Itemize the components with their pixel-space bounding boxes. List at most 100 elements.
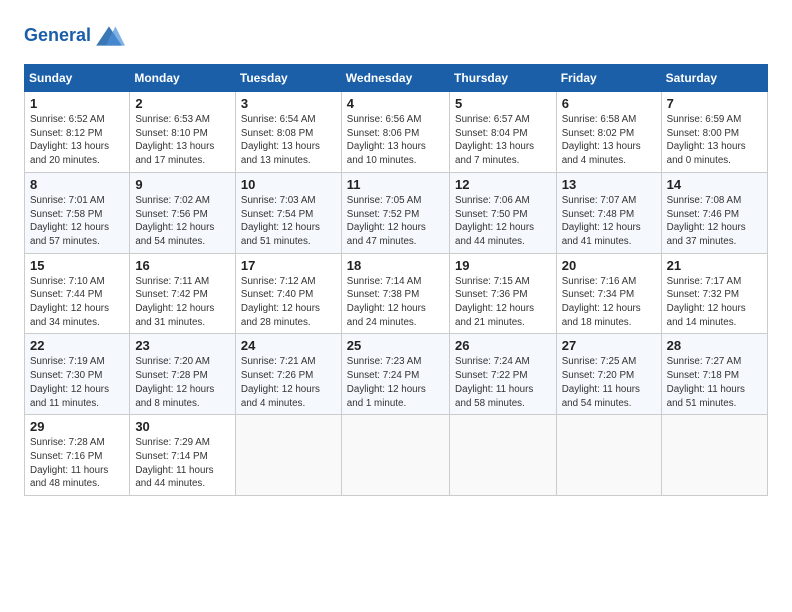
calendar-cell: 29 Sunrise: 7:28 AMSunset: 7:16 PMDaylig… xyxy=(25,415,130,496)
day-detail: Sunrise: 7:28 AMSunset: 7:16 PMDaylight:… xyxy=(30,436,124,491)
header: General xyxy=(24,20,768,52)
calendar-cell: 1 Sunrise: 6:52 AMSunset: 8:12 PMDayligh… xyxy=(25,92,130,173)
calendar-cell: 10 Sunrise: 7:03 AMSunset: 7:54 PMDaylig… xyxy=(235,172,341,253)
day-detail: Sunrise: 7:06 AMSunset: 7:50 PMDaylight:… xyxy=(455,194,551,249)
day-number: 26 xyxy=(455,338,551,353)
calendar-cell: 8 Sunrise: 7:01 AMSunset: 7:58 PMDayligh… xyxy=(25,172,130,253)
day-detail: Sunrise: 7:01 AMSunset: 7:58 PMDaylight:… xyxy=(30,194,124,249)
day-number: 10 xyxy=(241,177,336,192)
calendar-cell: 16 Sunrise: 7:11 AMSunset: 7:42 PMDaylig… xyxy=(130,253,236,334)
day-number: 22 xyxy=(30,338,124,353)
day-number: 1 xyxy=(30,96,124,111)
day-number: 29 xyxy=(30,419,124,434)
weekday-header: Monday xyxy=(130,65,236,92)
calendar-cell: 18 Sunrise: 7:14 AMSunset: 7:38 PMDaylig… xyxy=(341,253,449,334)
calendar-cell xyxy=(556,415,661,496)
day-number: 21 xyxy=(667,258,762,273)
day-number: 2 xyxy=(135,96,230,111)
day-number: 3 xyxy=(241,96,336,111)
day-number: 30 xyxy=(135,419,230,434)
day-number: 11 xyxy=(347,177,444,192)
logo: General xyxy=(24,20,125,52)
day-detail: Sunrise: 6:59 AMSunset: 8:00 PMDaylight:… xyxy=(667,113,762,168)
day-number: 25 xyxy=(347,338,444,353)
day-detail: Sunrise: 7:25 AMSunset: 7:20 PMDaylight:… xyxy=(562,355,656,410)
day-detail: Sunrise: 7:20 AMSunset: 7:28 PMDaylight:… xyxy=(135,355,230,410)
calendar-cell: 9 Sunrise: 7:02 AMSunset: 7:56 PMDayligh… xyxy=(130,172,236,253)
calendar-cell: 17 Sunrise: 7:12 AMSunset: 7:40 PMDaylig… xyxy=(235,253,341,334)
day-detail: Sunrise: 6:53 AMSunset: 8:10 PMDaylight:… xyxy=(135,113,230,168)
day-detail: Sunrise: 7:24 AMSunset: 7:22 PMDaylight:… xyxy=(455,355,551,410)
calendar-week-row: 1 Sunrise: 6:52 AMSunset: 8:12 PMDayligh… xyxy=(25,92,768,173)
day-detail: Sunrise: 7:17 AMSunset: 7:32 PMDaylight:… xyxy=(667,275,762,330)
day-detail: Sunrise: 7:29 AMSunset: 7:14 PMDaylight:… xyxy=(135,436,230,491)
weekday-header: Friday xyxy=(556,65,661,92)
day-detail: Sunrise: 6:58 AMSunset: 8:02 PMDaylight:… xyxy=(562,113,656,168)
day-number: 7 xyxy=(667,96,762,111)
calendar-cell: 26 Sunrise: 7:24 AMSunset: 7:22 PMDaylig… xyxy=(450,334,557,415)
calendar-cell: 19 Sunrise: 7:15 AMSunset: 7:36 PMDaylig… xyxy=(450,253,557,334)
calendar-cell: 25 Sunrise: 7:23 AMSunset: 7:24 PMDaylig… xyxy=(341,334,449,415)
day-number: 23 xyxy=(135,338,230,353)
day-detail: Sunrise: 7:02 AMSunset: 7:56 PMDaylight:… xyxy=(135,194,230,249)
calendar-cell: 11 Sunrise: 7:05 AMSunset: 7:52 PMDaylig… xyxy=(341,172,449,253)
calendar-cell: 15 Sunrise: 7:10 AMSunset: 7:44 PMDaylig… xyxy=(25,253,130,334)
day-detail: Sunrise: 7:12 AMSunset: 7:40 PMDaylight:… xyxy=(241,275,336,330)
page: General SundayMondayTuesdayWednesdayThur… xyxy=(0,0,792,612)
calendar-header-row: SundayMondayTuesdayWednesdayThursdayFrid… xyxy=(25,65,768,92)
calendar-cell: 23 Sunrise: 7:20 AMSunset: 7:28 PMDaylig… xyxy=(130,334,236,415)
day-number: 13 xyxy=(562,177,656,192)
day-detail: Sunrise: 7:23 AMSunset: 7:24 PMDaylight:… xyxy=(347,355,444,410)
calendar-cell: 22 Sunrise: 7:19 AMSunset: 7:30 PMDaylig… xyxy=(25,334,130,415)
day-detail: Sunrise: 7:03 AMSunset: 7:54 PMDaylight:… xyxy=(241,194,336,249)
calendar-cell: 5 Sunrise: 6:57 AMSunset: 8:04 PMDayligh… xyxy=(450,92,557,173)
calendar-cell: 14 Sunrise: 7:08 AMSunset: 7:46 PMDaylig… xyxy=(661,172,767,253)
day-number: 15 xyxy=(30,258,124,273)
calendar-cell: 6 Sunrise: 6:58 AMSunset: 8:02 PMDayligh… xyxy=(556,92,661,173)
day-number: 24 xyxy=(241,338,336,353)
day-number: 8 xyxy=(30,177,124,192)
day-number: 18 xyxy=(347,258,444,273)
day-number: 20 xyxy=(562,258,656,273)
day-number: 14 xyxy=(667,177,762,192)
weekday-header: Sunday xyxy=(25,65,130,92)
logo-text: General xyxy=(24,26,91,46)
day-number: 5 xyxy=(455,96,551,111)
day-number: 12 xyxy=(455,177,551,192)
day-number: 28 xyxy=(667,338,762,353)
calendar-cell xyxy=(450,415,557,496)
calendar-cell xyxy=(661,415,767,496)
calendar-week-row: 29 Sunrise: 7:28 AMSunset: 7:16 PMDaylig… xyxy=(25,415,768,496)
day-number: 9 xyxy=(135,177,230,192)
day-detail: Sunrise: 6:54 AMSunset: 8:08 PMDaylight:… xyxy=(241,113,336,168)
weekday-header: Tuesday xyxy=(235,65,341,92)
day-number: 19 xyxy=(455,258,551,273)
calendar-week-row: 15 Sunrise: 7:10 AMSunset: 7:44 PMDaylig… xyxy=(25,253,768,334)
day-detail: Sunrise: 7:05 AMSunset: 7:52 PMDaylight:… xyxy=(347,194,444,249)
day-detail: Sunrise: 7:15 AMSunset: 7:36 PMDaylight:… xyxy=(455,275,551,330)
calendar-cell: 27 Sunrise: 7:25 AMSunset: 7:20 PMDaylig… xyxy=(556,334,661,415)
calendar-week-row: 22 Sunrise: 7:19 AMSunset: 7:30 PMDaylig… xyxy=(25,334,768,415)
calendar-cell: 4 Sunrise: 6:56 AMSunset: 8:06 PMDayligh… xyxy=(341,92,449,173)
calendar-cell: 2 Sunrise: 6:53 AMSunset: 8:10 PMDayligh… xyxy=(130,92,236,173)
day-number: 27 xyxy=(562,338,656,353)
calendar-table: SundayMondayTuesdayWednesdayThursdayFrid… xyxy=(24,64,768,496)
weekday-header: Wednesday xyxy=(341,65,449,92)
calendar-cell: 7 Sunrise: 6:59 AMSunset: 8:00 PMDayligh… xyxy=(661,92,767,173)
weekday-header: Thursday xyxy=(450,65,557,92)
day-detail: Sunrise: 6:57 AMSunset: 8:04 PMDaylight:… xyxy=(455,113,551,168)
calendar-cell: 12 Sunrise: 7:06 AMSunset: 7:50 PMDaylig… xyxy=(450,172,557,253)
calendar-cell: 28 Sunrise: 7:27 AMSunset: 7:18 PMDaylig… xyxy=(661,334,767,415)
day-detail: Sunrise: 7:11 AMSunset: 7:42 PMDaylight:… xyxy=(135,275,230,330)
calendar-cell xyxy=(341,415,449,496)
calendar-cell: 20 Sunrise: 7:16 AMSunset: 7:34 PMDaylig… xyxy=(556,253,661,334)
calendar-cell: 3 Sunrise: 6:54 AMSunset: 8:08 PMDayligh… xyxy=(235,92,341,173)
day-detail: Sunrise: 7:08 AMSunset: 7:46 PMDaylight:… xyxy=(667,194,762,249)
day-detail: Sunrise: 7:16 AMSunset: 7:34 PMDaylight:… xyxy=(562,275,656,330)
logo-icon xyxy=(93,20,125,52)
day-detail: Sunrise: 7:07 AMSunset: 7:48 PMDaylight:… xyxy=(562,194,656,249)
day-number: 16 xyxy=(135,258,230,273)
calendar-week-row: 8 Sunrise: 7:01 AMSunset: 7:58 PMDayligh… xyxy=(25,172,768,253)
day-detail: Sunrise: 6:56 AMSunset: 8:06 PMDaylight:… xyxy=(347,113,444,168)
calendar-cell: 24 Sunrise: 7:21 AMSunset: 7:26 PMDaylig… xyxy=(235,334,341,415)
